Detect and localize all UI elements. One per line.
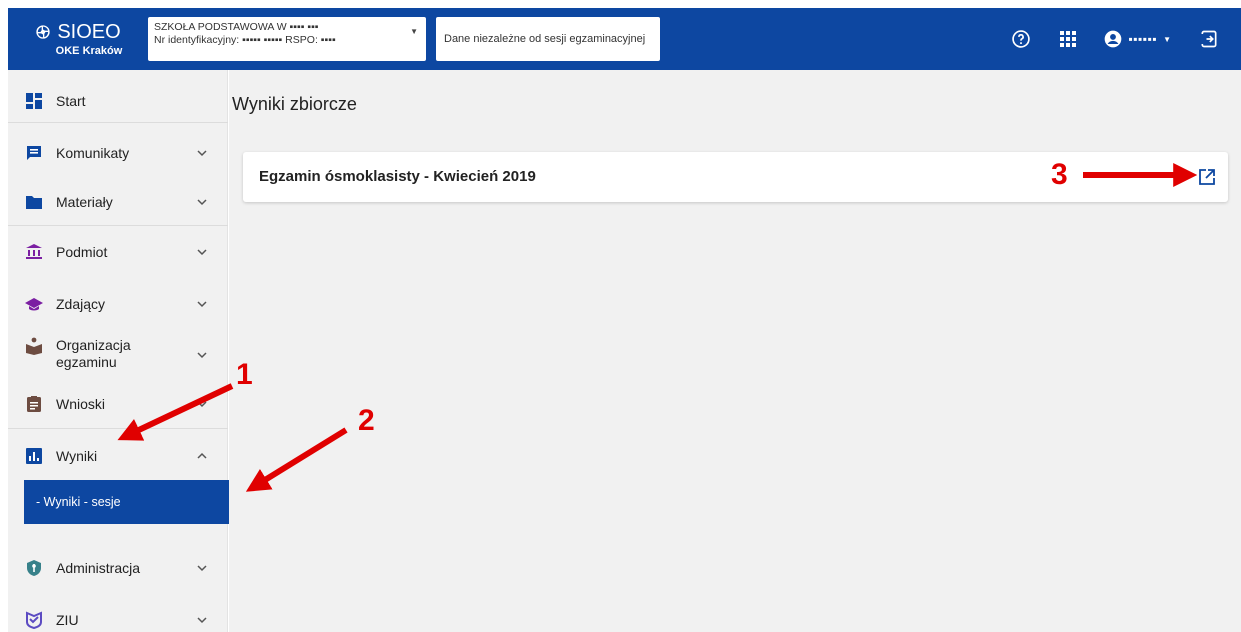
chevron-down-icon[interactable] — [196, 614, 208, 626]
school-identifiers: Nr identyfikacyjny: ▪▪▪▪▪ ▪▪▪▪▪ RSPO: ▪▪… — [154, 34, 336, 46]
annotation-label-2: 2 — [358, 404, 375, 437]
sidebar-item-podmiot[interactable]: Podmiot — [8, 240, 228, 264]
sidebar-item-label: Wyniki — [56, 447, 98, 464]
sidebar: Start Komunikaty Materiały Podmiot Zdają… — [8, 70, 235, 632]
divider — [8, 122, 228, 123]
bar-chart-icon — [25, 447, 43, 465]
sioeo-logo-icon — [36, 25, 50, 39]
account-circle-icon — [1104, 30, 1121, 48]
chevron-down-icon[interactable] — [196, 349, 208, 361]
open-in-new-icon[interactable] — [1198, 168, 1216, 186]
ziu-icon — [25, 611, 43, 629]
shield-icon — [25, 559, 43, 577]
page-title: Wyniki zbiorcze — [232, 94, 357, 114]
sidebar-item-label: Podmiot — [56, 243, 108, 260]
sidebar-item-label: Wnioski — [56, 395, 106, 412]
session-selector[interactable]: Dane niezależne od sesji egzaminacyjnej — [436, 17, 660, 61]
sidebar-item-label-line2: egzaminu — [56, 354, 117, 370]
sidebar-item-zdajacy[interactable]: Zdający — [8, 292, 228, 316]
sidebar-item-label: Materiały — [56, 193, 113, 210]
user-name: ▪▪▪▪▪▪ — [1128, 32, 1158, 46]
sidebar-item-wnioski[interactable]: Wnioski — [8, 392, 228, 416]
graduation-cap-icon — [25, 295, 43, 313]
sidebar-item-label: Komunikaty — [56, 144, 130, 161]
sidebar-subitem-wyniki-sesje[interactable]: - Wyniki - sesje — [24, 480, 235, 524]
sidebar-item-administracja[interactable]: Administracja — [8, 556, 228, 580]
logout-icon[interactable] — [1199, 29, 1219, 49]
sidebar-item-label: Administracja — [56, 559, 141, 576]
sidebar-item-label: Zdający — [56, 295, 106, 312]
chevron-down-icon[interactable] — [196, 298, 208, 310]
exam-session-title: Egzamin ósmoklasisty - Kwiecień 2019 — [259, 168, 536, 185]
folder-icon — [25, 193, 43, 211]
sidebar-item-label: Organizacja — [56, 337, 131, 353]
organization-icon — [25, 337, 43, 355]
chevron-down-icon[interactable] — [196, 398, 208, 410]
institution-icon — [25, 243, 43, 261]
main-content: Wyniki zbiorcze Egzamin ósmoklasisty - K… — [229, 70, 1241, 632]
apps-grid-icon[interactable] — [1059, 30, 1077, 48]
top-bar: SIOEO OKE Kraków SZKOŁA PODSTAWOWA W ▪▪▪… — [8, 8, 1241, 70]
sidebar-item-organizacja-egzaminu[interactable]: Organizacja egzaminu — [8, 335, 228, 373]
chevron-down-icon[interactable] — [196, 196, 208, 208]
user-menu[interactable]: ▪▪▪▪▪▪ ▼ — [1103, 29, 1171, 49]
exam-session-card[interactable]: Egzamin ósmoklasisty - Kwiecień 2019 — [243, 152, 1228, 202]
school-name: SZKOŁA PODSTAWOWA W ▪▪▪▪ ▪▪▪ — [154, 21, 319, 33]
chevron-up-icon[interactable] — [196, 450, 208, 462]
dropdown-caret-icon: ▼ — [410, 27, 418, 36]
brand-logo[interactable]: SIOEO OKE Kraków — [8, 21, 148, 57]
app-window: SIOEO OKE Kraków SZKOŁA PODSTAWOWA W ▪▪▪… — [0, 0, 1241, 632]
sidebar-item-komunikaty[interactable]: Komunikaty — [8, 141, 228, 165]
sidebar-item-start[interactable]: Start — [8, 89, 228, 113]
help-icon[interactable] — [1011, 29, 1031, 49]
message-icon — [25, 144, 43, 162]
divider — [8, 225, 228, 226]
sidebar-item-label: Start — [56, 92, 86, 109]
sidebar-item-label: ZIU — [56, 611, 79, 628]
brand-subtitle: OKE Kraków — [55, 45, 123, 57]
brand-name: SIOEO — [57, 21, 121, 43]
annotation-label-3: 3 — [1051, 158, 1068, 191]
chevron-down-icon[interactable] — [196, 147, 208, 159]
school-selector[interactable]: SZKOŁA PODSTAWOWA W ▪▪▪▪ ▪▪▪ Nr identyfi… — [148, 17, 426, 61]
annotation-label-1: 1 — [236, 358, 253, 391]
user-menu-caret-icon: ▼ — [1163, 34, 1171, 44]
clipboard-icon — [25, 395, 43, 413]
chevron-down-icon[interactable] — [196, 562, 208, 574]
chevron-down-icon[interactable] — [196, 246, 208, 258]
sidebar-item-ziu[interactable]: ZIU — [8, 608, 228, 632]
divider — [8, 428, 228, 429]
sidebar-item-wyniki[interactable]: Wyniki — [8, 444, 228, 468]
sidebar-item-materialy[interactable]: Materiały — [8, 190, 228, 214]
dashboard-icon — [25, 92, 43, 110]
